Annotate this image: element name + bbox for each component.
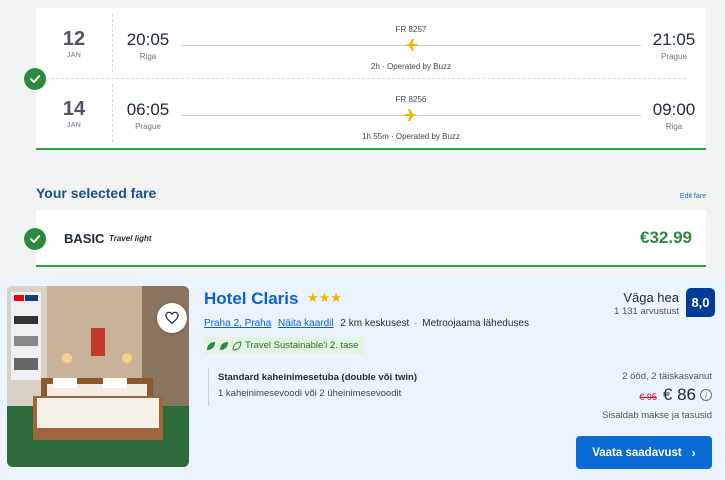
fare-type: Travel light: [109, 234, 152, 243]
flight-number: FR 8257: [395, 25, 427, 34]
flight-route: FR 8256 1h 55m · Operated by Buzz: [181, 92, 641, 142]
taxes-note: Sisaldab makse ja tasusid: [602, 410, 712, 421]
flight-selected-check-icon: [24, 68, 46, 90]
flight-date: 14 JAN: [54, 98, 94, 129]
arrival-city: Riga: [665, 122, 683, 131]
stay-details: 2 ööd, 2 täiskasvanut: [622, 371, 712, 382]
cta-label: Vaata saadavust: [592, 446, 682, 459]
arrival-time: 21:05: [652, 30, 696, 49]
sustainability-badge[interactable]: Travel Sustainable'i 2. tase: [204, 337, 365, 354]
sustainability-label: Travel Sustainable'i 2. tase: [245, 340, 359, 351]
favorite-button[interactable]: [157, 303, 187, 333]
outbound-flight[interactable]: 12 JAN 20:05 Riga FR 8257 2h · Operated …: [36, 14, 706, 80]
arrival: 21:05 Prague: [648, 30, 700, 61]
flight-day: 12: [62, 28, 86, 50]
departure: 06:05 Prague: [124, 100, 172, 131]
review-score-badge[interactable]: 8,0: [686, 288, 715, 317]
leaf-outline-icon: [232, 340, 242, 351]
arrival: 09:00 Riga: [648, 100, 700, 131]
room-name: Standard kaheinimesetuba (double või twi…: [218, 372, 417, 383]
flight-route: FR 8257 2h · Operated by Buzz: [181, 22, 641, 72]
flight-date: 12 JAN: [54, 28, 94, 59]
room-beds: 1 kaheinimesevoodi või 2 üheinimesevoodi…: [218, 388, 402, 399]
departure-time: 20:05: [126, 30, 170, 49]
flight-month: JAN: [66, 122, 82, 129]
review-count: 1 131 arvustust: [614, 306, 679, 317]
hotel-name-link[interactable]: Hotel Claris: [204, 289, 298, 309]
flights-card: 12 JAN 20:05 Riga FR 8257 2h · Operated …: [36, 8, 706, 150]
fare-price: €32.99: [640, 228, 692, 247]
room-divider: [208, 368, 209, 406]
flight-divider: [36, 78, 686, 79]
flight-day: 14: [62, 98, 86, 120]
location-link[interactable]: Praha 2, Praha: [204, 318, 271, 329]
hotel-photo[interactable]: [7, 286, 189, 467]
flight-info: 2h · Operated by Buzz: [370, 62, 452, 71]
departure: 20:05 Riga: [124, 30, 172, 61]
selected-fare-card[interactable]: BASIC Travel light €32.99: [36, 210, 706, 267]
leaf-icon: [207, 341, 215, 350]
flight-month: JAN: [66, 52, 82, 59]
fare-selected-check-icon: [24, 228, 46, 250]
plane-icon: [404, 109, 418, 121]
see-availability-button[interactable]: Vaata saadavust ›: [576, 436, 712, 469]
current-price: € 86: [662, 385, 696, 404]
chevron-right-icon: ›: [691, 445, 696, 460]
departure-time: 06:05: [126, 100, 170, 119]
distance-from-center: 2 km keskusest: [340, 318, 410, 329]
heart-icon: [165, 311, 179, 325]
departure-city: Prague: [135, 122, 161, 131]
hotel-location: Praha 2, Praha Näita kaardil 2 km keskus…: [204, 318, 529, 329]
rating-word: Väga hea: [623, 290, 679, 305]
edit-fare-link[interactable]: Edit fare: [680, 193, 706, 200]
hotel-card: Hotel Claris ★★★ Praha 2, Praha Näita ka…: [0, 276, 725, 480]
fare-name: BASIC: [64, 231, 105, 246]
date-separator: [112, 84, 113, 142]
departure-city: Riga: [139, 52, 157, 61]
star-rating-icon: ★★★: [307, 290, 342, 305]
arrival-city: Prague: [661, 52, 687, 61]
transit-info: Metroojaama läheduses: [422, 318, 529, 329]
flight-info: 1h 55m · Operated by Buzz: [362, 132, 460, 141]
fare-section-title: Your selected fare: [36, 185, 157, 201]
arrival-time: 09:00: [652, 100, 696, 119]
price-row: € 95 € 86 i: [639, 385, 712, 405]
return-flight[interactable]: 14 JAN 06:05 Prague FR 8256 1h 55m · Ope…: [36, 84, 706, 150]
flight-number: FR 8256: [395, 95, 427, 104]
leaf-icon: [220, 341, 228, 350]
show-on-map-link[interactable]: Näita kaardil: [278, 318, 334, 329]
info-icon[interactable]: i: [700, 389, 712, 401]
date-separator: [112, 14, 113, 72]
original-price: € 95: [639, 391, 657, 402]
plane-icon: [404, 39, 418, 51]
